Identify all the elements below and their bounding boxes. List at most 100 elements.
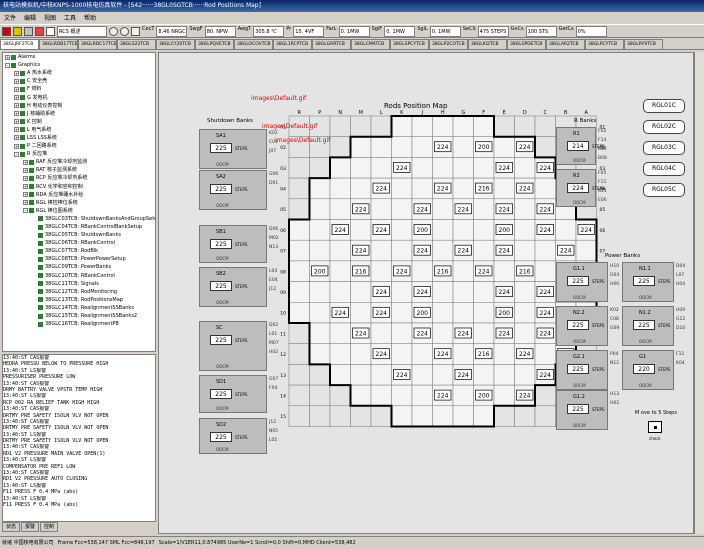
- expand-icon[interactable]: +: [14, 143, 19, 149]
- log-tab[interactable]: 控制: [40, 522, 59, 532]
- display-tab[interactable]: 38GLCMATCB: [351, 39, 390, 49]
- display-tab[interactable]: 38GLSPDETCB: [507, 39, 546, 49]
- expand-icon[interactable]: +: [23, 167, 28, 173]
- display-tab[interactable]: 38GLRDC17TCB: [78, 39, 117, 49]
- tree-item[interactable]: + C 安全壳: [3, 77, 155, 85]
- tree-item[interactable]: + L 电气系统: [3, 126, 155, 134]
- tree-item[interactable]: 38GLC09TCB: PowerBanks: [3, 263, 155, 271]
- expand-icon[interactable]: +: [23, 159, 28, 165]
- expand-icon[interactable]: +: [23, 184, 28, 190]
- tree-item[interactable]: + RDA 反应堆硼水补给: [3, 191, 155, 199]
- fit-icon[interactable]: [131, 26, 140, 36]
- display-tab[interactable]: 38GLSPCYTCB: [390, 39, 429, 49]
- rgl-button[interactable]: RGL05C: [643, 183, 685, 197]
- expand-icon[interactable]: -: [5, 62, 10, 68]
- display-tab[interactable]: 38GLRCYTCB: [585, 39, 624, 49]
- tree-item[interactable]: + H 电动仪表控制: [3, 102, 155, 110]
- tree-item[interactable]: + RCP 反应堆冷却剂系统: [3, 174, 155, 182]
- display-tab[interactable]: 38GLOCOVTCB: [234, 39, 273, 49]
- expand-icon[interactable]: +: [14, 103, 19, 109]
- tree-item[interactable]: + Alarms: [3, 53, 155, 61]
- tree-item[interactable]: 38GLC10TCB: RBankControl: [3, 272, 155, 280]
- pause-icon[interactable]: [13, 26, 22, 36]
- page-icon[interactable]: [46, 26, 55, 36]
- expand-icon[interactable]: +: [14, 86, 19, 92]
- expand-icon[interactable]: +: [14, 119, 19, 125]
- grid-cell: [534, 260, 556, 282]
- bank-rod-position: H09: [676, 308, 686, 313]
- tree-item[interactable]: + LSS LSS系统: [3, 134, 155, 142]
- menu-item[interactable]: 视图: [44, 13, 56, 22]
- zoom-out-icon[interactable]: [120, 26, 129, 36]
- tree-item[interactable]: 38GLC11TCB: Signals: [3, 280, 155, 288]
- tree-item[interactable]: 38GLC06TCB: RBankControl: [3, 239, 155, 247]
- expand-icon[interactable]: +: [23, 200, 28, 206]
- menu-item[interactable]: 工具: [64, 13, 76, 22]
- grid-cell: [575, 239, 597, 262]
- display-tab[interactable]: 38GLPQVETCB: [195, 39, 234, 49]
- tree-item[interactable]: 38GLC13TCB: RodPositionsMap: [3, 296, 155, 304]
- rgl-button[interactable]: RGL04C: [643, 162, 685, 176]
- tree-item[interactable]: + RGL 棒控棒位系统: [3, 199, 155, 207]
- expand-icon[interactable]: +: [23, 192, 28, 198]
- display-tab[interactable]: 38GLJRF2TCB: [0, 39, 39, 49]
- expand-icon[interactable]: +: [23, 175, 28, 181]
- record-icon[interactable]: [35, 26, 44, 36]
- tree-item[interactable]: + RAT 核子监测系统: [3, 166, 155, 174]
- expand-icon[interactable]: +: [14, 127, 19, 133]
- rgl-button[interactable]: RGL03C: [643, 141, 685, 155]
- tree-item[interactable]: - RGL 棒位图系统: [3, 207, 155, 215]
- tree-item[interactable]: 38GLC08TCB: PowerPowerSetup: [3, 255, 155, 263]
- display-tab[interactable]: 38GLS22TCB: [117, 39, 156, 49]
- display-tab[interactable]: 38GLAR2TCB: [546, 39, 585, 49]
- expand-icon[interactable]: +: [14, 70, 19, 76]
- stop-icon[interactable]: [2, 26, 11, 36]
- tree-item[interactable]: 38GLC05TCB: ShutdownBanks: [3, 231, 155, 239]
- expand-icon[interactable]: -: [23, 208, 28, 214]
- menu-item[interactable]: 编辑: [24, 13, 36, 22]
- display-tab[interactable]: 38GLCY20TCB: [156, 39, 195, 49]
- tree-item[interactable]: + J 核辅助系统: [3, 110, 155, 118]
- menu-item[interactable]: 文件: [4, 13, 16, 22]
- step-icon[interactable]: [24, 26, 33, 36]
- tree-item[interactable]: 38GLC03TCB: ShutdownBanksAndGroupSetup: [3, 215, 155, 223]
- display-tab[interactable]: 38GLP2COTCB: [429, 39, 468, 49]
- tree-item[interactable]: + RAF 反应堆冷却剂监测: [3, 158, 155, 166]
- tree-item[interactable]: 38GLC07TCB: RodBlk: [3, 247, 155, 255]
- display-tab[interactable]: 38GL1RCPTCB: [273, 39, 312, 49]
- tree-item[interactable]: + P 二回路系统: [3, 142, 155, 150]
- rod-value: 224: [499, 289, 511, 296]
- tree-item[interactable]: - Graphics: [3, 61, 155, 69]
- menu-item[interactable]: 帮助: [84, 13, 96, 22]
- tree-item[interactable]: + F 燃料: [3, 85, 155, 93]
- expand-icon[interactable]: +: [14, 135, 19, 141]
- zoom-in-icon[interactable]: [109, 26, 118, 36]
- tree-item[interactable]: 38GLC16TCB: RealignmentPB: [3, 320, 155, 328]
- tree-item[interactable]: 38GLC12TCB: RodMonitoring: [3, 288, 155, 296]
- log-tab[interactable]: 报警: [21, 522, 40, 532]
- expand-icon[interactable]: +: [5, 54, 10, 60]
- move-to-steps-button[interactable]: [648, 421, 662, 433]
- display-tab[interactable]: 38GLRY9TCB: [624, 39, 663, 49]
- expand-icon[interactable]: +: [14, 95, 19, 101]
- tree-item[interactable]: 38GLC04TCB: RBankControlBankSetup: [3, 223, 155, 231]
- expand-icon[interactable]: +: [14, 78, 19, 84]
- tree-item[interactable]: - R 反应堆: [3, 150, 155, 158]
- display-tab[interactable]: 38GLKI2TCB: [468, 39, 507, 49]
- rgl-button[interactable]: RGL01C: [643, 99, 685, 113]
- log-tab[interactable]: 状态: [2, 522, 21, 532]
- tree-item[interactable]: + K 控制: [3, 118, 155, 126]
- tree-item[interactable]: + A 热水系统: [3, 69, 155, 77]
- tree-item[interactable]: + RCV 化学和容积控制: [3, 183, 155, 191]
- vertical-scrollbar[interactable]: [694, 52, 704, 534]
- tree-item[interactable]: + G 发电机: [3, 93, 155, 101]
- display-tab[interactable]: 38GLRDB17TCB: [39, 39, 78, 49]
- expand-icon[interactable]: -: [14, 151, 19, 157]
- tree-item[interactable]: 38GLC14TCB: RealignmentSSBanks: [3, 304, 155, 312]
- expand-icon[interactable]: +: [14, 111, 19, 117]
- tree-item[interactable]: 38GLC15TCB: RealignmentSSBanks2: [3, 312, 155, 320]
- rgl-button[interactable]: RGL02C: [643, 120, 685, 134]
- display-tab[interactable]: 38GLGRRTCB: [312, 39, 351, 49]
- view-select[interactable]: RCS 概述: [57, 25, 107, 37]
- rod-value: 224: [499, 248, 511, 255]
